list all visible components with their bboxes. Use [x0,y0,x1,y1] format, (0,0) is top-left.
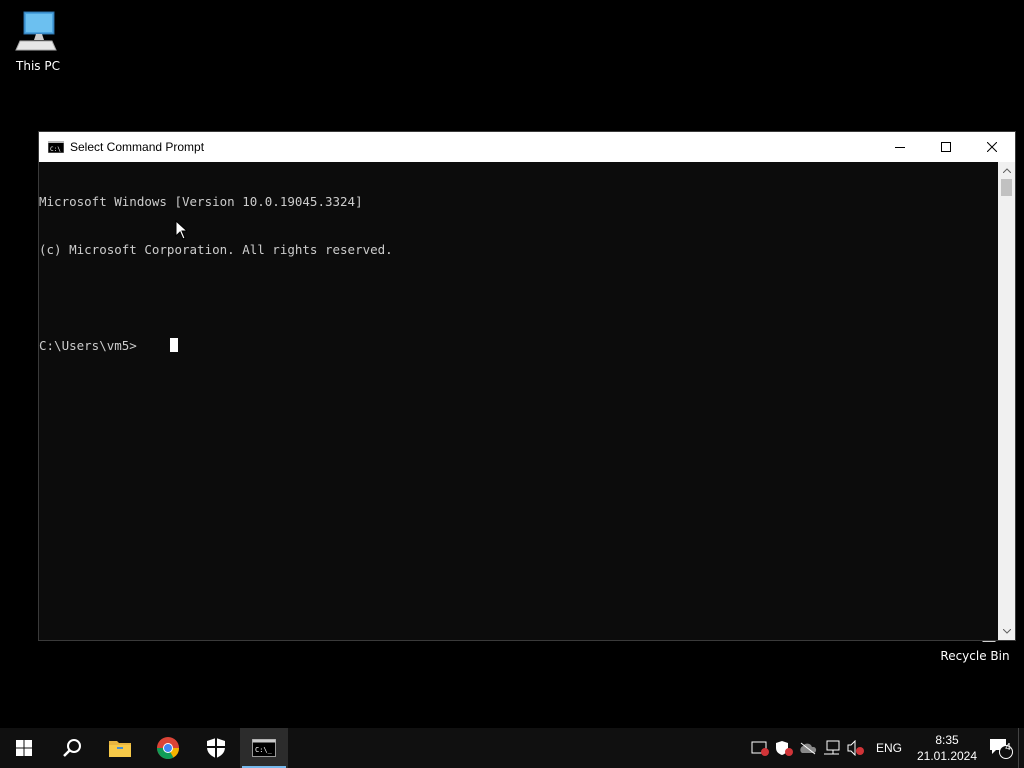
console-line: Microsoft Windows [Version 10.0.19045.33… [39,194,363,209]
svg-text:C:\_: C:\_ [255,746,273,754]
folder-icon [109,741,131,757]
search-button[interactable] [48,728,96,768]
security-warning-icon [751,741,769,756]
onedrive-icon [800,742,817,755]
scroll-up-button[interactable] [998,162,1015,179]
volume-tray[interactable] [844,728,868,768]
minimize-button[interactable] [877,132,923,162]
show-desktop-button[interactable] [1018,728,1024,768]
search-icon [63,739,81,757]
command-prompt-window[interactable]: C:\ Select Command Prompt Microsoft Wind… [38,131,1016,641]
notification-count: 4 [1005,742,1011,753]
cmd-icon: C:\ [48,141,64,153]
clock[interactable]: 8:35 21.01.2024 [910,732,984,764]
computer-icon [15,11,57,51]
notifications-button[interactable]: 4 [984,728,1018,768]
chrome-icon [157,737,179,759]
file-explorer-button[interactable] [96,728,144,768]
network-tray[interactable] [820,728,844,768]
vertical-scrollbar[interactable] [998,162,1015,640]
system-tray: ENG 8:35 21.01.2024 4 [748,728,1024,768]
window-title: Select Command Prompt [70,140,205,154]
taskbar: C:\_ ENG 8:35 21.01.2024 4 [0,728,1024,768]
mouse-pointer-icon [175,220,187,240]
recycle-bin-label: Recycle Bin [940,649,1010,663]
scroll-thumb[interactable] [1001,179,1012,196]
language-indicator[interactable]: ENG [868,741,910,755]
clock-time: 8:35 [935,733,959,747]
close-icon [987,142,997,152]
this-pc-label: This PC [16,59,60,73]
minimize-icon [895,147,905,148]
chrome-button[interactable] [144,728,192,768]
this-pc-desktop-icon[interactable]: This PC [0,10,76,73]
chevron-up-icon [1002,168,1011,173]
chevron-down-icon [1002,629,1011,634]
command-prompt-taskbar-button[interactable]: C:\_ [240,728,288,768]
prompt-text: C:\Users\vm5> [39,338,137,353]
svg-text:C:\: C:\ [50,146,61,153]
maximize-button[interactable] [923,132,969,162]
network-icon [823,740,840,755]
maximize-icon [941,142,951,152]
defender-icon [775,741,793,756]
shield-icon [207,738,225,758]
onedrive-tray[interactable] [796,728,820,768]
console-line: (c) Microsoft Corporation. All rights re… [39,242,393,257]
cmd-icon: C:\_ [252,739,276,757]
close-button[interactable] [969,132,1015,162]
scroll-down-button[interactable] [998,623,1015,640]
start-button[interactable] [0,728,48,768]
text-cursor [169,338,178,352]
prompt-line: C:\Users\vm5> [39,338,998,354]
title-bar[interactable]: C:\ Select Command Prompt [39,132,1015,162]
defender-tray[interactable] [772,728,796,768]
volume-muted-icon [847,740,864,756]
windows-logo-icon [16,740,32,756]
security-warning-tray[interactable] [748,728,772,768]
clock-date: 21.01.2024 [916,749,978,763]
windows-security-button[interactable] [192,728,240,768]
